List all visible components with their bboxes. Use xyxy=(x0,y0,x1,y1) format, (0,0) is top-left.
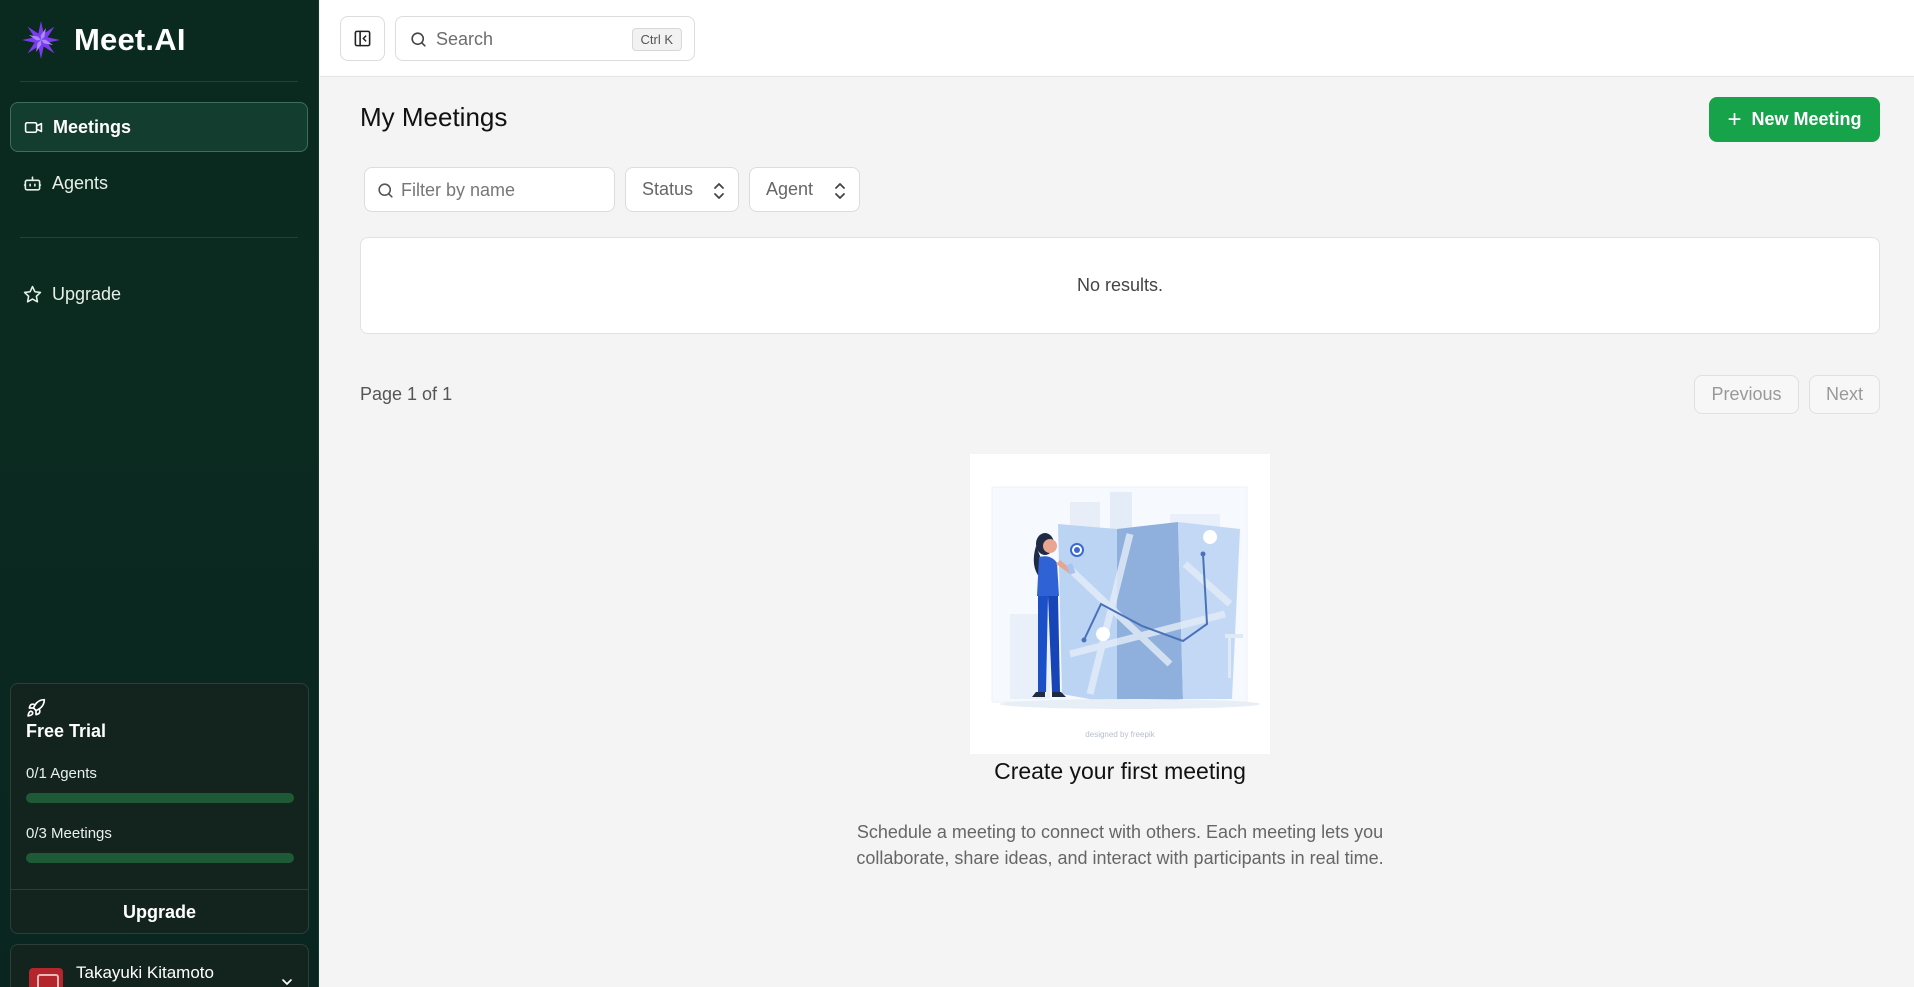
search-icon xyxy=(411,32,426,47)
meetings-usage-bar xyxy=(26,853,294,863)
meetings-table: No results. xyxy=(360,237,1880,334)
keyboard-shortcut: Ctrl K xyxy=(631,28,682,51)
search-icon xyxy=(378,183,393,198)
chevron-down-icon xyxy=(282,979,292,985)
star-icon xyxy=(22,284,42,304)
bot-icon xyxy=(22,173,42,193)
panel-left-icon xyxy=(354,30,371,47)
trial-title: Free Trial xyxy=(26,721,107,741)
user-name: Takayuki Kitamoto xyxy=(76,963,214,982)
search-placeholder: Search xyxy=(436,29,494,49)
video-icon xyxy=(23,117,43,137)
page-info: Page 1 of 1 xyxy=(360,384,453,404)
meetings-usage-label: 0/3 Meetings xyxy=(26,825,112,842)
illustration-credit: designed by freepik xyxy=(1085,730,1155,739)
agents-usage-bar xyxy=(26,793,294,803)
sidebar-item-agents[interactable]: Agents xyxy=(10,158,308,208)
sidebar-item-meetings[interactable]: Meetings xyxy=(10,102,308,152)
new-meeting-label: New Meeting xyxy=(1751,109,1862,129)
agent-select-label: Agent xyxy=(766,179,814,199)
no-results-text: No results. xyxy=(1076,275,1164,295)
status-select[interactable]: Status xyxy=(625,167,739,212)
search-button[interactable]: Search Ctrl K xyxy=(395,16,695,61)
sidebar: Meet.AI Meetings Agents Upgrade Free Tri… xyxy=(0,0,319,987)
free-trial-card: Free Trial 0/1 Agents 0/3 Meetings Upgra… xyxy=(10,683,309,934)
agent-select[interactable]: Agent xyxy=(749,167,860,212)
user-menu[interactable]: Takayuki Kitamoto xyxy=(10,944,309,987)
brand-name: Meet.AI xyxy=(74,22,186,57)
sidebar-item-label: Upgrade xyxy=(52,283,122,304)
topbar: Search Ctrl K xyxy=(320,0,1914,77)
sidebar-item-label: Meetings xyxy=(53,116,132,137)
plus-icon: + xyxy=(1727,105,1742,133)
page-title: My Meetings xyxy=(360,102,508,132)
filter-name-input[interactable] xyxy=(401,178,601,202)
sidebar-item-label: Agents xyxy=(52,172,109,193)
rocket-icon xyxy=(27,698,46,717)
previous-page-button[interactable]: Previous xyxy=(1694,375,1799,414)
upgrade-button[interactable]: Upgrade xyxy=(11,890,308,934)
avatar xyxy=(29,968,63,987)
status-select-label: Status xyxy=(642,179,694,199)
empty-state-description: Schedule a meeting to connect with other… xyxy=(856,822,1384,868)
sidebar-toggle-button[interactable] xyxy=(340,16,385,61)
empty-state-illustration: designed by freepik xyxy=(970,454,1270,754)
agents-usage-label: 0/1 Agents xyxy=(26,765,97,782)
next-page-button[interactable]: Next xyxy=(1809,375,1880,414)
chevron-up-down-icon xyxy=(714,183,724,199)
logo-icon xyxy=(22,21,60,59)
filter-by-name xyxy=(364,167,615,212)
empty-state-title: Create your first meeting xyxy=(994,758,1246,784)
divider xyxy=(20,81,298,82)
brand[interactable]: Meet.AI xyxy=(20,18,186,62)
new-meeting-button[interactable]: + New Meeting xyxy=(1709,97,1880,142)
divider xyxy=(20,237,298,238)
sidebar-item-upgrade[interactable]: Upgrade xyxy=(10,269,308,319)
chevron-up-down-icon xyxy=(835,183,845,199)
